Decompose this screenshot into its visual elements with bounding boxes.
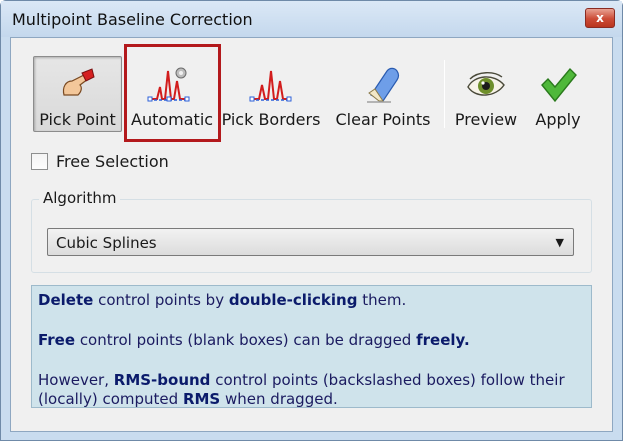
preview-button[interactable]: Preview [450, 56, 522, 132]
clear-points-button[interactable]: Clear Points [332, 56, 434, 132]
borders-baseline-icon [249, 70, 292, 102]
hand-pick-icon [62, 68, 95, 96]
chevron-down-icon: ▼ [555, 236, 564, 249]
window-title: Multipoint Baseline Correction [12, 10, 253, 29]
toolbar: Pick Point Automatic Pick Borders Clear … [22, 56, 592, 134]
apply-label: Apply [535, 110, 581, 129]
algorithm-legend: Algorithm [39, 189, 121, 207]
info-panel: Delete control points by double-clicking… [31, 285, 592, 408]
free-selection-label: Free Selection [56, 152, 169, 171]
info-line-4: (locally) computed RMS when dragged. [38, 390, 338, 408]
pick-borders-button[interactable]: Pick Borders [220, 56, 322, 132]
pick-borders-label: Pick Borders [221, 110, 321, 129]
clear-points-label: Clear Points [335, 110, 431, 129]
free-selection-checkbox[interactable] [31, 153, 48, 170]
pick-point-button[interactable]: Pick Point [33, 56, 122, 132]
eye-icon [467, 72, 505, 96]
eraser-icon [367, 67, 400, 103]
close-button[interactable]: x [585, 8, 615, 28]
close-icon: x [596, 11, 604, 25]
apply-button[interactable]: Apply [528, 56, 588, 132]
info-line-2: Free control points (blank boxes) can be… [38, 331, 470, 349]
highlight-annotation [124, 44, 221, 142]
algorithm-select[interactable]: Cubic Splines ▼ [47, 228, 574, 256]
checkmark-icon [541, 67, 577, 103]
preview-label: Preview [454, 110, 518, 129]
pick-point-label: Pick Point [39, 110, 116, 129]
info-line-3: However, RMS-bound control points (backs… [38, 371, 565, 389]
algorithm-selected-value: Cubic Splines [56, 234, 157, 252]
title-bar[interactable]: Multipoint Baseline Correction x [1, 1, 622, 37]
toolbar-separator [444, 60, 445, 128]
info-line-1: Delete control points by double-clicking… [38, 291, 407, 309]
